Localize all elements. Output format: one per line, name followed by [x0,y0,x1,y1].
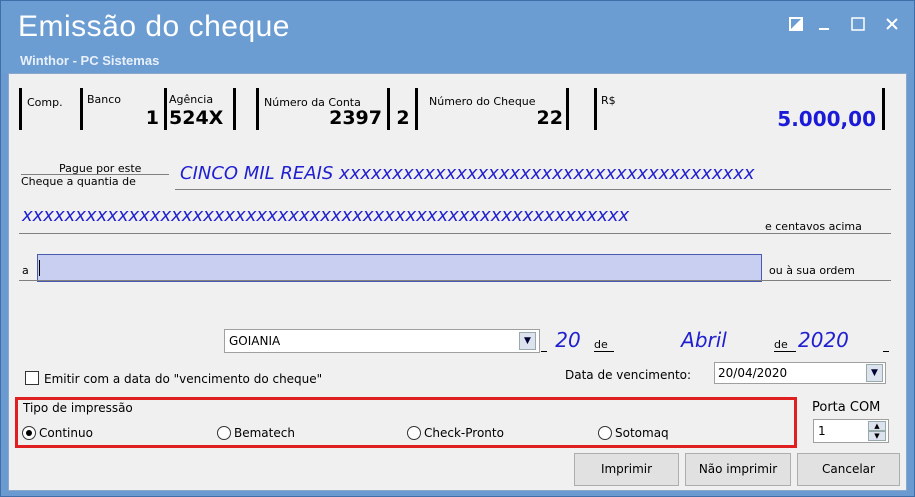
chevron-down-icon[interactable]: ▼ [866,364,883,382]
divider [256,88,259,130]
agencia-field[interactable]: 524X [167,107,233,131]
data-vencimento-combo[interactable]: 20/04/2020 ▼ [714,362,886,384]
divider [415,88,418,130]
radio-check-pronto[interactable]: Check-Pronto [407,426,504,440]
title-bar[interactable]: Emissão do cheque Winthor - PC Sistemas [1,1,914,73]
separator [594,351,614,352]
comp-label: Comp. [27,96,63,109]
centavos-label: e centavos acima [765,220,862,233]
window-title: Emissão do cheque [18,10,290,43]
radio-icon [407,426,421,440]
cheque-number-field[interactable]: 22 [425,107,567,131]
radio-label: Check-Pronto [424,426,504,440]
data-vencimento-label: Data de vencimento: [565,368,692,382]
data-vencimento-value: 20/04/2020 [718,366,788,380]
conta-field[interactable]: 2397 [262,107,386,131]
beneficiario-input[interactable] [37,254,762,282]
radio-label: Bematech [234,426,295,440]
banco-field[interactable]: 1 [89,107,163,131]
separator [19,280,891,281]
separator [19,233,891,234]
divider [566,88,569,130]
divider [80,88,83,130]
restore-icon[interactable] [785,15,807,37]
nao-imprimir-button[interactable]: Não imprimir [685,453,791,486]
radio-selected-icon [22,426,36,440]
divider [882,88,885,130]
emitir-vencimento-label[interactable]: Emitir com a data do "vencimento do cheq… [44,372,322,386]
text-cursor [39,260,40,276]
extenso-line-1[interactable]: CINCO MIL REAIS xxxxxxxxxxxxxxxxxxxxxxxx… [177,159,889,189]
cidade-combo[interactable]: GOIANIA ▼ [224,329,540,353]
cancelar-button[interactable]: Cancelar [797,453,900,486]
separator [774,351,796,352]
valor-field[interactable]: 5.000,00 [599,107,880,133]
radio-icon [217,426,231,440]
tipo-impressao-label: Tipo de impressão [23,401,133,415]
radio-sotomaq[interactable]: Sotomaq [598,426,669,440]
de-label-1: de [594,338,608,351]
minimize-icon[interactable] [813,15,835,37]
divider [387,88,390,130]
agencia-label: Agência [169,93,214,106]
a-label: a [22,264,29,277]
extenso-line-2[interactable]: xxxxxxxxxxxxxxxxxxxxxxxxxxxxxxxxxxxxxxxx… [19,201,759,231]
banco-label: Banco [87,93,122,106]
spin-down-icon[interactable]: ▼ [868,431,886,441]
radio-bematech[interactable]: Bematech [217,426,295,440]
divider [594,88,597,130]
maximize-icon[interactable] [847,15,869,37]
radio-icon [598,426,612,440]
porta-com-spinner[interactable]: 1 ▲ ▼ [813,419,889,443]
de-label-2: de [774,338,788,351]
radio-label: Continuo [39,426,93,440]
ano-field[interactable]: 2020 [796,326,882,354]
cheque-form: Comp. Banco 1 Agência 524X Número da Con… [8,73,907,491]
divider [19,88,22,130]
close-icon[interactable] [881,15,903,37]
separator [883,351,889,352]
valor-label: R$ [601,94,616,107]
cheque-window: Emissão do cheque Winthor - PC Sistemas … [0,0,915,497]
window-subtitle: Winthor - PC Sistemas [20,53,160,68]
dia-field[interactable]: 20 [547,326,589,354]
porta-com-label: Porta COM [812,400,881,415]
porta-com-value: 1 [818,424,826,438]
divider [233,88,236,130]
radio-label: Sotomaq [615,426,669,440]
separator [175,189,891,190]
pague-label-2: Cheque a quantia de [21,175,136,188]
mes-field[interactable]: Abril [617,326,765,354]
cidade-value: GOIANIA [229,334,281,348]
chevron-down-icon[interactable]: ▼ [519,332,536,350]
radio-continuo[interactable]: Continuo [22,426,93,440]
emitir-vencimento-checkbox[interactable] [25,371,39,385]
ordem-label: ou à sua ordem [769,264,855,277]
conta-dv-field[interactable]: 2 [392,107,414,131]
imprimir-button[interactable]: Imprimir [574,453,679,486]
spin-up-icon[interactable]: ▲ [868,421,886,431]
separator [21,174,169,175]
